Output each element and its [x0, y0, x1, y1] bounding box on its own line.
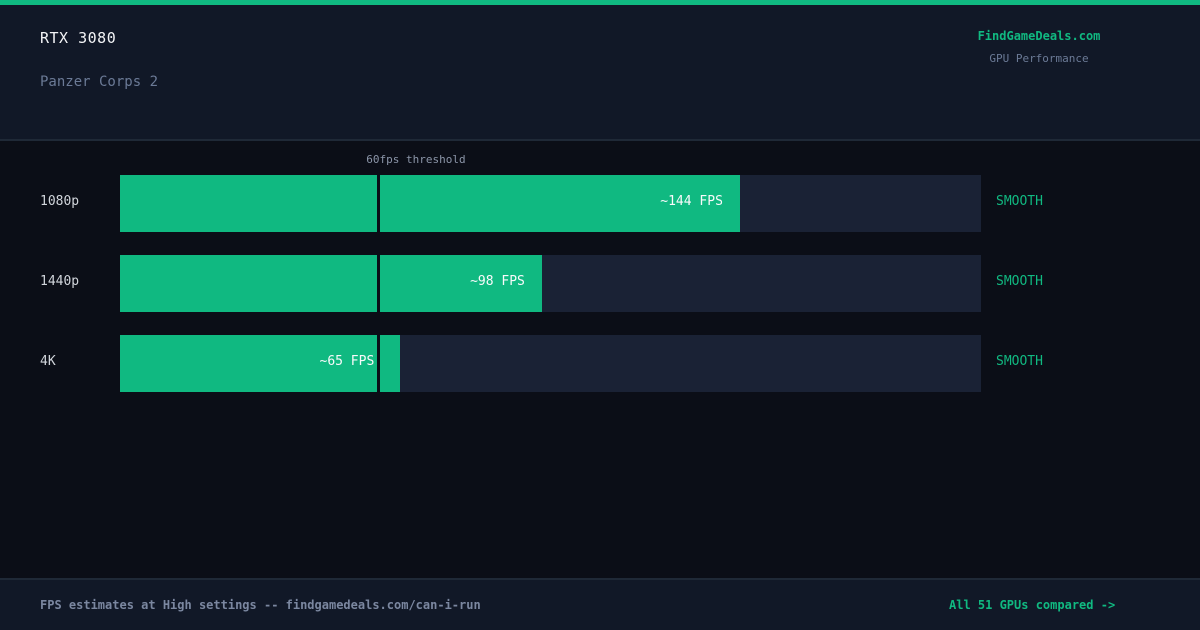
- threshold-line: [376, 335, 380, 392]
- threshold-label: 60fps threshold: [366, 153, 466, 166]
- footer: FPS estimates at High settings -- findga…: [0, 578, 1200, 630]
- brand-logo-text[interactable]: FindGameDeals.com: [940, 29, 1138, 43]
- header: RTX 3080 Panzer Corps 2 FindGameDeals.co…: [0, 5, 1200, 141]
- gpu-title: RTX 3080: [40, 29, 117, 47]
- game-title: Panzer Corps 2: [40, 74, 159, 90]
- chart-row: 1440p ~98 FPS SMOOTH: [0, 255, 1200, 312]
- fps-chart: 60fps threshold 1080p ~144 FPS SMOOTH 1440p…: [0, 143, 1200, 443]
- performance-status: SMOOTH: [996, 194, 1043, 209]
- threshold-line: [376, 175, 380, 232]
- chart-row: 4K ~65 FPS SMOOTH: [0, 335, 1200, 392]
- bar-track: ~144 FPS: [120, 175, 981, 232]
- chart-row: 1080p ~144 FPS SMOOTH: [0, 175, 1200, 232]
- bar-track: ~98 FPS: [120, 255, 981, 312]
- fps-value-label: ~65 FPS: [319, 354, 375, 369]
- fps-value-label: ~144 FPS: [660, 194, 723, 209]
- fps-value-label: ~98 FPS: [470, 274, 525, 289]
- all-gpus-link[interactable]: All 51 GPUs compared ->: [949, 598, 1115, 612]
- performance-status: SMOOTH: [996, 274, 1043, 289]
- resolution-label: 1440p: [40, 274, 80, 289]
- brand-subtitle: GPU Performance: [989, 52, 1089, 65]
- footer-note: FPS estimates at High settings -- findga…: [40, 598, 481, 612]
- resolution-label: 1080p: [40, 194, 80, 209]
- resolution-label: 4K: [40, 354, 56, 369]
- performance-status: SMOOTH: [996, 354, 1043, 369]
- bar-track: ~65 FPS: [120, 335, 981, 392]
